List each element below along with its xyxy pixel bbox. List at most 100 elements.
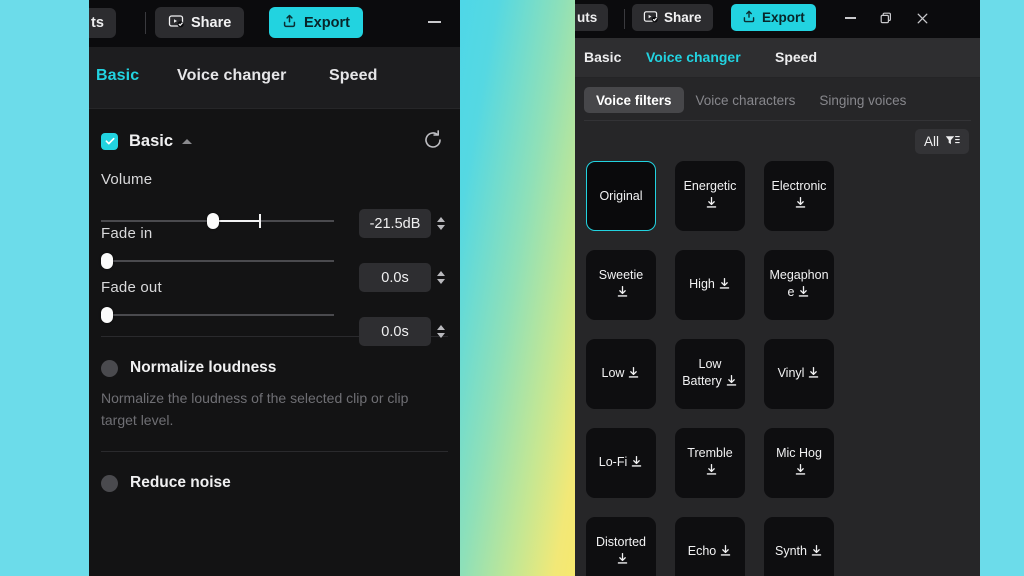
filter-bar: All (575, 121, 980, 161)
tab-voice-changer-right[interactable]: Voice changer (646, 49, 741, 65)
reset-icon[interactable] (422, 129, 444, 151)
all-filter-button[interactable]: All (914, 129, 969, 154)
voice-filter-grid: Original Energetic Electronic Sweetie High Me… (575, 161, 980, 576)
download-icon[interactable] (794, 196, 807, 214)
voice-filter-card[interactable]: Distorted (586, 517, 656, 576)
voice-filter-card[interactable]: Low (586, 339, 656, 409)
right-tab-bar: Basic Voice changer Speed (575, 38, 980, 78)
voice-filter-label: Low (602, 365, 641, 384)
normalize-loudness-label: Normalize loudness (130, 359, 277, 376)
voice-filter-card[interactable]: Original (586, 161, 656, 231)
fade-in-slider[interactable] (100, 253, 334, 269)
voice-filter-label: Lo-Fi (599, 454, 643, 473)
download-icon[interactable] (807, 366, 820, 384)
voice-filter-card[interactable]: Megaphone (764, 250, 834, 320)
fade-out-label: Fade out (101, 279, 162, 296)
voice-filter-card[interactable]: Tremble (675, 428, 745, 498)
voice-filter-card[interactable]: Low Battery (675, 339, 745, 409)
export-label: Export (762, 10, 805, 25)
tab-basic-right[interactable]: Basic (584, 49, 621, 65)
export-upload-icon (742, 9, 756, 27)
download-icon[interactable] (810, 544, 823, 562)
restore-icon[interactable] (873, 5, 899, 31)
fade-out-slider-thumb[interactable] (100, 307, 113, 323)
download-icon[interactable] (719, 544, 732, 562)
filter-icon (945, 134, 960, 150)
tab-speed[interactable]: Speed (329, 67, 378, 85)
voice-filter-label: Megaphone (769, 267, 829, 303)
voice-filter-label: Echo (688, 543, 733, 562)
shortcuts-pill[interactable]: ts (89, 8, 116, 38)
normalize-loudness-row[interactable]: Normalize loudness (101, 359, 448, 377)
close-icon[interactable] (909, 5, 935, 31)
voice-filter-label: Mic Hog (769, 445, 829, 481)
shortcuts-pill-right[interactable]: uts (575, 4, 609, 31)
normalize-loudness-toggle[interactable] (101, 359, 118, 377)
fade-out-slider[interactable] (100, 307, 334, 323)
voice-filter-label: Original (599, 188, 643, 203)
voice-filter-card[interactable]: Synth (764, 517, 834, 576)
download-icon[interactable] (705, 463, 718, 481)
download-icon[interactable] (705, 196, 718, 214)
fade-in-slider-track (101, 260, 334, 262)
basic-checkbox[interactable] (101, 132, 118, 150)
right-editor-window: uts Share Export Basic Voice changer Spe… (575, 0, 980, 576)
share-label: Share (664, 10, 702, 25)
voice-filter-card[interactable]: Energetic (675, 161, 745, 231)
share-button-right[interactable]: Share (632, 4, 713, 31)
download-icon[interactable] (616, 552, 629, 570)
titlebar-separator-right (624, 9, 625, 29)
basic-section-title: Basic (129, 131, 174, 150)
voice-filter-card[interactable]: Lo-Fi (586, 428, 656, 498)
voice-filter-card[interactable]: Electronic (764, 161, 834, 231)
minimize-icon[interactable] (419, 8, 449, 36)
voice-filter-label: Electronic (769, 178, 829, 214)
segment-singing-voices[interactable]: Singing voices (807, 87, 918, 113)
voice-filter-label: Synth (775, 543, 823, 562)
export-button[interactable]: Export (269, 7, 363, 38)
download-icon[interactable] (627, 366, 640, 384)
download-icon[interactable] (794, 463, 807, 481)
left-editor-window: ts Share Export Basic Voice changer Spee… (89, 0, 460, 576)
voice-filter-card[interactable]: Sweetie (586, 250, 656, 320)
fade-out-value-field[interactable]: 0.0s (359, 317, 431, 346)
fade-in-label: Fade in (101, 225, 153, 242)
share-button[interactable]: Share (155, 7, 245, 38)
voice-filter-card[interactable]: Mic Hog (764, 428, 834, 498)
all-filter-label: All (923, 134, 939, 149)
tab-voice-changer[interactable]: Voice changer (177, 67, 287, 85)
reduce-noise-toggle[interactable] (101, 474, 118, 492)
share-icon (168, 13, 184, 33)
voice-filter-label: Energetic (680, 178, 740, 214)
tab-basic[interactable]: Basic (96, 67, 139, 85)
left-tab-bar: Basic Voice changer Speed (89, 47, 460, 109)
export-button-right[interactable]: Export (731, 4, 816, 31)
chevron-up-icon[interactable] (182, 138, 193, 144)
share-icon (643, 9, 658, 27)
download-icon[interactable] (725, 374, 738, 392)
segment-voice-characters[interactable]: Voice characters (684, 87, 808, 113)
voice-filter-card[interactable]: High (675, 250, 745, 320)
volume-slider-fill (212, 219, 260, 222)
voice-filter-card[interactable]: Echo (675, 517, 745, 576)
minimize-icon[interactable] (837, 5, 863, 31)
basic-section-header: Basic (101, 109, 448, 161)
voice-filter-label: High (689, 276, 731, 295)
right-titlebar: uts Share Export (575, 0, 980, 38)
download-icon[interactable] (616, 285, 629, 303)
download-icon[interactable] (797, 285, 810, 303)
share-label: Share (191, 14, 232, 31)
background-left-cyan (0, 0, 90, 576)
reduce-noise-row[interactable]: Reduce noise (101, 474, 448, 492)
fade-out-stepper[interactable] (434, 317, 448, 346)
tab-speed-right[interactable]: Speed (775, 49, 817, 65)
download-icon[interactable] (718, 277, 731, 295)
voice-filter-card[interactable]: Vinyl (764, 339, 834, 409)
fade-in-slider-thumb[interactable] (100, 253, 113, 269)
segment-voice-filters[interactable]: Voice filters (584, 87, 684, 113)
background-right-cyan (980, 0, 1024, 576)
fade-in-control: Fade in 0.0s (100, 225, 448, 292)
download-icon[interactable] (630, 455, 643, 473)
volume-control: Volume -21.5dB (101, 171, 448, 238)
basic-settings-panel: Basic Volume -21.5dB Fade in 0.0s Fade o… (89, 109, 460, 492)
